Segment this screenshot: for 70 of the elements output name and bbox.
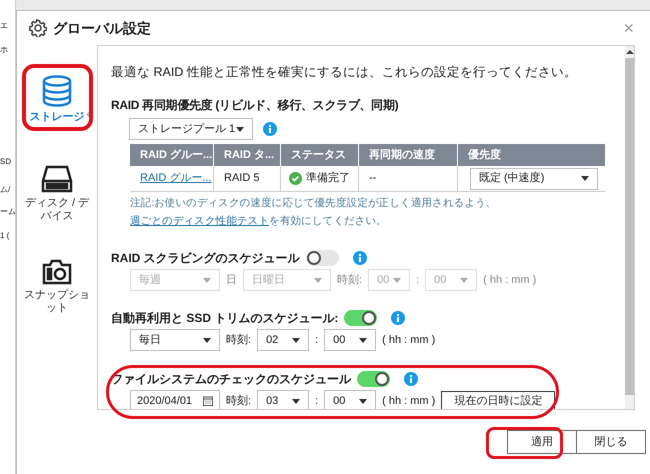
raid-group-link[interactable]: RAID グルー... — [140, 170, 212, 187]
caret-icon — [203, 278, 211, 282]
note-text: 注記:お使いのディスクの速度に応じて優先度設定が正しく適用されるよう、 週ごとのディスク性能テスト を有効にしてください。 — [130, 196, 498, 229]
caret-icon — [236, 126, 244, 132]
caret-icon — [581, 176, 589, 181]
toggle-switch[interactable] — [357, 371, 390, 387]
section-title: RAID スクラビングのスケジュール — [111, 250, 300, 266]
time-label: 時刻: — [226, 332, 252, 348]
time-separator: : — [315, 394, 318, 409]
sidebar-item[interactable]: ディスク / デバイス — [25, 165, 89, 235]
caret-icon — [359, 338, 368, 342]
set-now-button[interactable]: 現在の日時に設定 — [441, 391, 556, 409]
column-header: RAID タ... — [214, 144, 281, 166]
toggle-switch[interactable] — [344, 310, 378, 326]
background-text: エ — [0, 20, 9, 32]
toggle-switch[interactable] — [306, 250, 339, 266]
time-separator: : — [416, 272, 420, 288]
time-format: ( hh : mm ) — [382, 332, 436, 348]
caret-icon — [203, 338, 211, 342]
background-text: SD — [0, 156, 12, 168]
calendar-icon — [203, 396, 213, 406]
dropdown[interactable]: 既定 (中速度) — [470, 168, 598, 190]
caret-icon — [359, 398, 368, 404]
check-icon — [289, 172, 302, 185]
background-text: 1 ( — [0, 230, 10, 242]
info-icon[interactable] — [263, 122, 277, 136]
caret-icon — [314, 278, 322, 282]
column-header: 再同期の速度 — [359, 144, 458, 166]
dropdown[interactable]: 03 — [257, 390, 310, 409]
day-label: 日 — [226, 272, 237, 288]
dialog-button[interactable]: 適用 — [507, 430, 577, 454]
info-icon[interactable] — [352, 251, 367, 265]
time-separator: : — [315, 332, 318, 348]
drive-icon — [41, 165, 73, 193]
dropdown[interactable]: ストレージプール 1 — [129, 118, 253, 140]
dropdown[interactable]: 毎日 — [130, 329, 220, 351]
section-title: RAID 再同期優先度 (リビルド、移行、スクラブ、同期) — [111, 98, 400, 113]
time-label: 時刻: — [226, 394, 252, 409]
background-text: ーム — [0, 206, 15, 218]
dialog-button[interactable]: 閉じる — [576, 430, 646, 454]
section-title: 自動再利用と SSD トリムのスケジュール: — [111, 310, 338, 326]
column-header: RAID グルー... — [130, 144, 214, 166]
time-label: 時刻: — [337, 272, 362, 288]
time-format: ( hh : mm ) — [382, 394, 436, 409]
caret-icon — [292, 338, 300, 342]
column-header: ステータス — [281, 144, 359, 166]
sidebar-item[interactable]: スナップショット — [25, 259, 89, 329]
column-header: 優先度 — [458, 144, 606, 166]
table-cell: -- — [359, 166, 458, 191]
caret-icon — [393, 278, 402, 282]
status-text: 準備完了 — [306, 170, 350, 186]
background-text: ム/ — [0, 184, 12, 196]
disk-test-link[interactable]: 週ごとのディスク性能テスト — [130, 215, 270, 227]
info-icon[interactable] — [391, 311, 406, 325]
camera-icon — [42, 259, 72, 285]
time-format: ( hh : mm ) — [483, 272, 536, 288]
dropdown[interactable]: 02 — [257, 329, 310, 351]
caret-icon — [292, 398, 300, 404]
info-icon[interactable] — [404, 372, 418, 386]
intro-text: 最適な RAID 性能と正常性を確実にするには、これらの設定を行ってください。 — [111, 64, 578, 80]
table-cell: RAID 5 — [214, 166, 281, 191]
database-icon — [42, 75, 72, 107]
dropdown[interactable]: 00 — [324, 390, 376, 409]
background-text: ホ — [0, 44, 9, 56]
dialog-title: グローバル設定 — [53, 18, 151, 38]
settings-icon — [29, 19, 47, 37]
dropdown[interactable]: 00 — [324, 329, 376, 351]
scrollbar[interactable] — [625, 46, 634, 409]
date-field[interactable]: 2020/04/01 — [130, 390, 220, 409]
caret-icon — [460, 278, 468, 282]
